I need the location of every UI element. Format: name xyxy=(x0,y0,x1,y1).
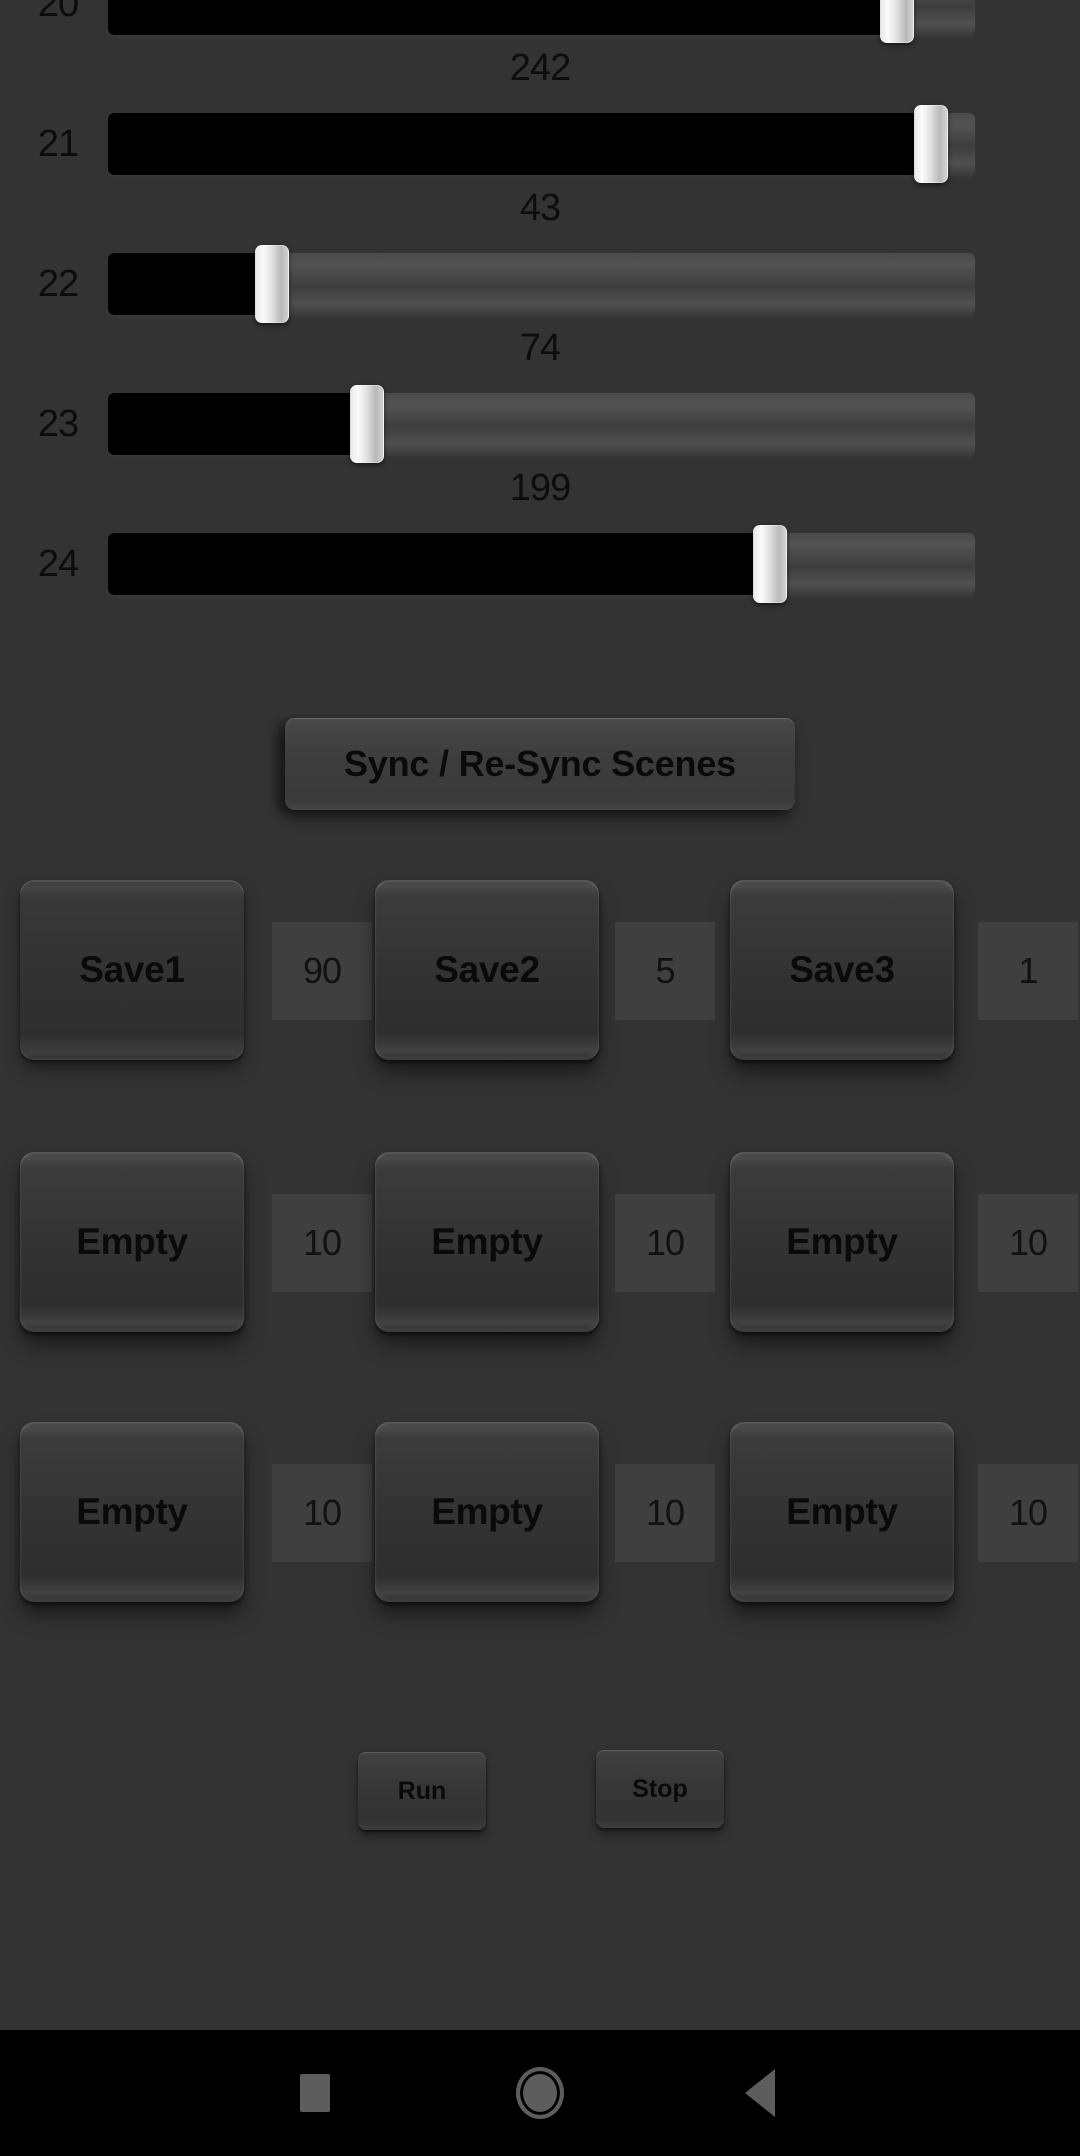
preset-cell: Empty 10 xyxy=(375,1422,715,1602)
preset-value-empty-4[interactable]: 10 xyxy=(272,1194,372,1292)
preset-cell: Save3 1 xyxy=(730,880,1078,1060)
run-button[interactable]: Run xyxy=(358,1752,486,1830)
preset-cell: Save1 90 xyxy=(20,880,372,1060)
slider-value-label: 242 xyxy=(509,47,571,89)
slider-fill xyxy=(108,253,272,315)
preset-value-save2[interactable]: 5 xyxy=(615,922,715,1020)
slider-channel-label: 24 xyxy=(37,543,79,585)
preset-cell: Save2 5 xyxy=(375,880,715,1060)
slider-thumb[interactable] xyxy=(255,245,289,323)
sync-resync-scenes-button[interactable]: Sync / Re-Sync Scenes xyxy=(285,718,795,810)
preset-button-save1[interactable]: Save1 xyxy=(20,880,244,1060)
back-button[interactable] xyxy=(690,2030,830,2156)
preset-button-empty-6[interactable]: Empty xyxy=(730,1152,954,1332)
back-triangle-icon xyxy=(745,2069,775,2117)
preset-button-empty-8[interactable]: Empty xyxy=(375,1422,599,1602)
preset-button-empty-4[interactable]: Empty xyxy=(20,1152,244,1332)
slider-23[interactable] xyxy=(108,385,975,463)
slider-fill xyxy=(108,393,367,455)
preset-row-2: Empty 10 Empty 10 Empty 10 xyxy=(0,1152,1080,1332)
slider-channel-label: 21 xyxy=(37,123,79,165)
preset-cell: Empty 10 xyxy=(375,1152,715,1332)
preset-cell: Empty 10 xyxy=(20,1422,372,1602)
preset-button-empty-9[interactable]: Empty xyxy=(730,1422,954,1602)
preset-row-1: Save1 90 Save2 5 Save3 1 xyxy=(0,880,1080,1060)
preset-button-save3[interactable]: Save3 xyxy=(730,880,954,1060)
slider-channel-label: 23 xyxy=(37,403,79,445)
slider-21[interactable] xyxy=(108,105,975,183)
slider-track[interactable] xyxy=(108,533,975,595)
home-button[interactable] xyxy=(470,2030,610,2156)
slider-thumb[interactable] xyxy=(914,105,948,183)
slider-value-label: 199 xyxy=(509,467,571,509)
recents-square-icon xyxy=(300,2074,330,2112)
preset-value-empty-6[interactable]: 10 xyxy=(978,1194,1078,1292)
preset-value-empty-5[interactable]: 10 xyxy=(615,1194,715,1292)
slider-24[interactable] xyxy=(108,525,975,603)
slider-thumb[interactable] xyxy=(880,0,914,43)
slider-fill xyxy=(108,533,770,595)
preset-button-save2[interactable]: Save2 xyxy=(375,880,599,1060)
slider-value-label: 74 xyxy=(519,327,561,369)
slider-channel-label: 20 xyxy=(37,0,79,25)
preset-cell: Empty 10 xyxy=(730,1422,1078,1602)
home-circle-icon xyxy=(516,2067,564,2119)
preset-value-save3[interactable]: 1 xyxy=(978,922,1078,1020)
recents-button[interactable] xyxy=(245,2030,385,2156)
slider-value-label: 43 xyxy=(519,187,561,229)
slider-fill xyxy=(108,113,931,175)
slider-thumb[interactable] xyxy=(350,385,384,463)
preset-cell: Empty 10 xyxy=(730,1152,1078,1332)
slider-track[interactable] xyxy=(108,113,975,175)
slider-fill xyxy=(108,0,897,35)
stop-button[interactable]: Stop xyxy=(596,1750,724,1828)
preset-value-empty-8[interactable]: 10 xyxy=(615,1464,715,1562)
slider-track[interactable] xyxy=(108,253,975,315)
slider-20[interactable] xyxy=(108,0,975,43)
preset-value-empty-9[interactable]: 10 xyxy=(978,1464,1078,1562)
preset-row-3: Empty 10 Empty 10 Empty 10 xyxy=(0,1422,1080,1602)
slider-row-24: 24 199 xyxy=(0,467,1080,635)
preset-button-empty-7[interactable]: Empty xyxy=(20,1422,244,1602)
slider-track[interactable] xyxy=(108,393,975,455)
preset-value-save1[interactable]: 90 xyxy=(272,922,372,1020)
slider-22[interactable] xyxy=(108,245,975,323)
preset-value-empty-7[interactable]: 10 xyxy=(272,1464,372,1562)
app-screen: 20 21 242 22 43 23 74 24 199 Sync / Re-S… xyxy=(0,0,1080,2030)
slider-track[interactable] xyxy=(108,0,975,35)
android-navigation-bar xyxy=(0,2030,1080,2156)
preset-cell: Empty 10 xyxy=(20,1152,372,1332)
slider-channel-label: 22 xyxy=(37,263,79,305)
preset-button-empty-5[interactable]: Empty xyxy=(375,1152,599,1332)
slider-thumb[interactable] xyxy=(753,525,787,603)
